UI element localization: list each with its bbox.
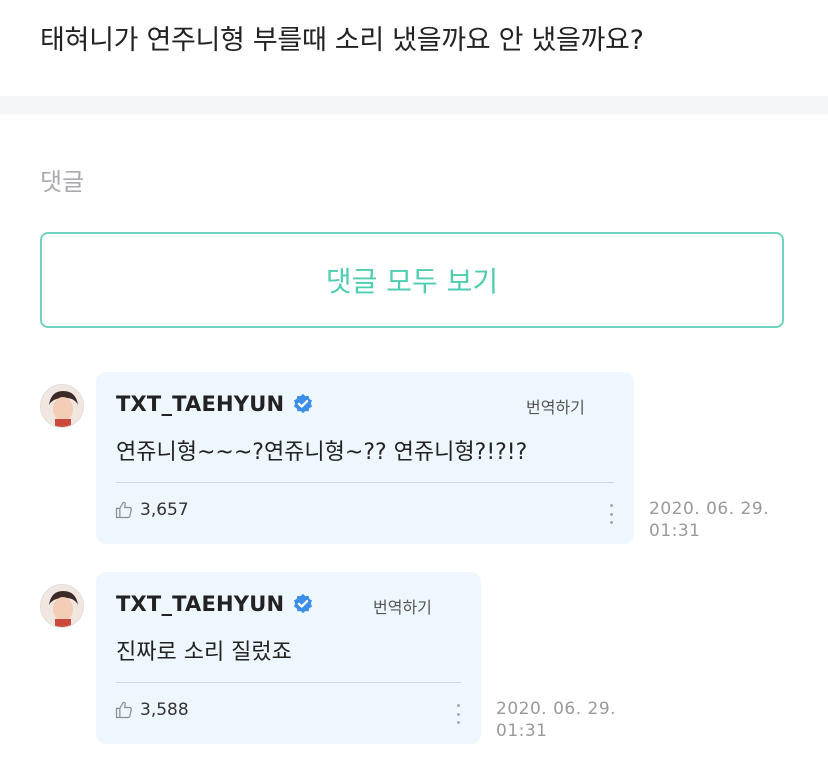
section-divider xyxy=(0,96,828,114)
more-options-icon[interactable] xyxy=(455,704,461,724)
like-count: 3,657 xyxy=(140,500,189,520)
like-count: 3,588 xyxy=(140,700,189,720)
comment-time: 01:31 xyxy=(496,721,548,741)
thumbs-up-icon xyxy=(115,701,132,719)
comment-time: 01:31 xyxy=(649,521,701,541)
view-all-comments-button[interactable]: 댓글 모두 보기 xyxy=(40,232,784,328)
translate-link[interactable]: 번역하기 xyxy=(373,594,432,618)
comment-text: 진짜로 소리 질렀죠 xyxy=(116,640,292,665)
comments-section-title: 댓글 xyxy=(40,168,85,196)
author-name: TXT_TAEHYUN xyxy=(116,392,285,416)
comment-date: 2020. 06. 29. xyxy=(649,499,770,519)
more-options-icon[interactable] xyxy=(608,504,614,524)
verified-badge-icon xyxy=(294,393,313,414)
comment-timestamp: 2020. 06. 29. 01:31 xyxy=(649,498,769,542)
post-title: 태혀니가 연주니형 부를때 소리 냈을까요 안 냈을까요? xyxy=(40,25,644,56)
comment-timestamp: 2020. 06. 29. 01:31 xyxy=(496,698,616,742)
comment-text: 연쥬니형~~~?연쥬니형~?? 연쥬니형?!?!? xyxy=(116,440,528,465)
comment-author[interactable]: TXT_TAEHYUN xyxy=(116,392,314,416)
comment-bubble: TXT_TAEHYUN 번역하기 진짜로 소리 질렀죠 3,588 xyxy=(96,572,481,744)
like-button[interactable]: 3,657 xyxy=(114,500,189,520)
comment-divider xyxy=(116,482,614,483)
like-button[interactable]: 3,588 xyxy=(114,700,189,720)
verified-badge-icon xyxy=(294,593,313,614)
comment-item: TXT_TAEHYUN 번역하기 진짜로 소리 질렀죠 3,588 2020. … xyxy=(40,572,800,747)
translate-link[interactable]: 번역하기 xyxy=(526,394,585,418)
comment-divider xyxy=(116,682,461,683)
comment-bubble: TXT_TAEHYUN 번역하기 연쥬니형~~~?연쥬니형~?? 연쥬니형?!?… xyxy=(96,372,634,544)
comment-date: 2020. 06. 29. xyxy=(496,699,617,719)
avatar[interactable] xyxy=(40,384,84,428)
comment-author[interactable]: TXT_TAEHYUN xyxy=(116,592,314,616)
comment-item: TXT_TAEHYUN 번역하기 연쥬니형~~~?연쥬니형~?? 연쥬니형?!?… xyxy=(40,372,800,547)
thumbs-up-icon xyxy=(115,501,132,519)
author-name: TXT_TAEHYUN xyxy=(116,592,285,616)
avatar-image xyxy=(41,585,83,627)
avatar[interactable] xyxy=(40,584,84,628)
avatar-image xyxy=(41,385,83,427)
